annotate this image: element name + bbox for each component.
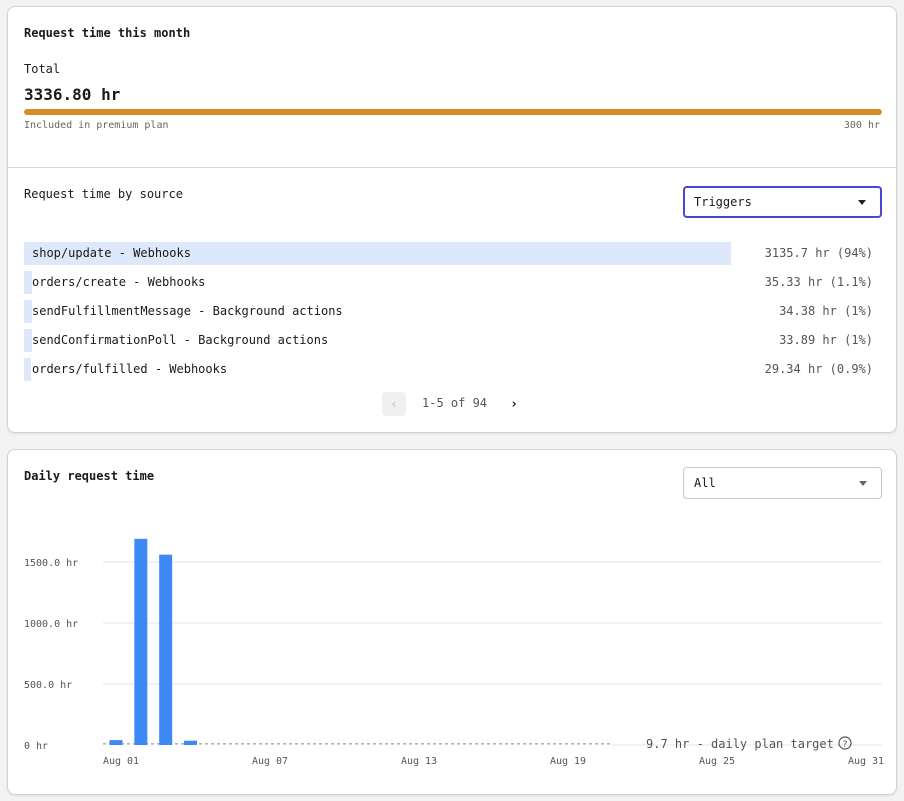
daily-bar[interactable] <box>184 740 197 745</box>
y-tick-label: 500.0 hr <box>24 680 72 691</box>
plan-limit-label: 300 hr <box>843 120 880 131</box>
source-name: orders/create - Webhooks <box>32 275 206 289</box>
x-tick-label: Aug 31 <box>848 756 884 767</box>
x-tick-label: Aug 01 <box>103 756 139 767</box>
daily-bar[interactable] <box>109 740 123 745</box>
source-name: sendConfirmationPoll - Background action… <box>32 333 329 347</box>
source-row: sendFulfillmentMessage - Background acti… <box>24 299 882 328</box>
svg-text:?: ? <box>843 740 848 750</box>
source-share-bar <box>24 358 31 381</box>
source-name: orders/fulfilled - Webhooks <box>32 362 228 376</box>
chevron-right-icon[interactable]: › <box>502 392 526 416</box>
source-row: shop/update - Webhooks 3135.7 hr (94%) <box>24 241 882 270</box>
chevron-down-icon <box>858 200 866 205</box>
source-share-bar <box>24 329 32 352</box>
request-time-card: Request time this month Total 3336.80 hr… <box>7 6 897 433</box>
source-value: 29.34 hr (0.9%) <box>764 362 873 376</box>
x-tick-label: Aug 13 <box>401 756 437 767</box>
daily-request-card: Daily request time All 0 hr 500.0 hr 1000.… <box>7 449 897 795</box>
by-source-title: Request time by source <box>24 187 183 201</box>
question-circle-icon[interactable]: ? <box>838 736 852 750</box>
daily-target-label: 9.7 hr - daily plan target <box>646 737 834 751</box>
y-tick-label: 1500.0 hr <box>24 558 78 569</box>
x-tick-label: Aug 07 <box>252 756 288 767</box>
daily-request-chart: 0 hr 500.0 hr 1000.0 hr 1500.0 hr 9.7 hr - d… <box>24 538 884 767</box>
source-row: orders/create - Webhooks 35.33 hr (1.1%) <box>24 270 882 299</box>
daily-bar[interactable] <box>134 538 148 745</box>
pagination: ‹ 1-5 of 94 › <box>8 392 896 416</box>
source-name: sendFulfillmentMessage - Background acti… <box>32 304 343 318</box>
section-divider <box>8 167 896 168</box>
source-name: shop/update - Webhooks <box>32 246 191 260</box>
source-share-bar <box>24 300 32 323</box>
y-tick-label: 0 hr <box>24 741 48 752</box>
x-tick-label: Aug 19 <box>550 756 586 767</box>
source-row: orders/fulfilled - Webhooks 29.34 hr (0.9… <box>24 357 882 386</box>
usage-progress-fill <box>24 109 882 115</box>
total-label: Total <box>24 62 61 76</box>
source-list: shop/update - Webhooks 3135.7 hr (94%) ord… <box>24 241 882 386</box>
source-type-select-value: Triggers <box>694 195 752 209</box>
source-value: 34.38 hr (1%) <box>779 304 873 318</box>
source-value: 33.89 hr (1%) <box>779 333 873 347</box>
source-value: 3135.7 hr (94%) <box>764 246 873 260</box>
source-value: 35.33 hr (1.1%) <box>764 275 873 289</box>
source-row: sendConfirmationPoll - Background action… <box>24 328 882 357</box>
request-time-title: Request time this month <box>24 26 191 40</box>
total-value: 3336.80 hr <box>24 85 121 104</box>
daily-bar[interactable] <box>159 554 173 745</box>
chevron-left-icon[interactable]: ‹ <box>382 392 406 416</box>
included-plan-label: Included in premium plan <box>24 120 169 131</box>
pagination-text: 1-5 of 94 <box>422 396 488 410</box>
y-tick-label: 1000.0 hr <box>24 619 78 630</box>
x-tick-label: Aug 25 <box>699 756 735 767</box>
source-type-select[interactable]: Triggers <box>683 186 882 218</box>
usage-progress-bar <box>24 109 882 115</box>
